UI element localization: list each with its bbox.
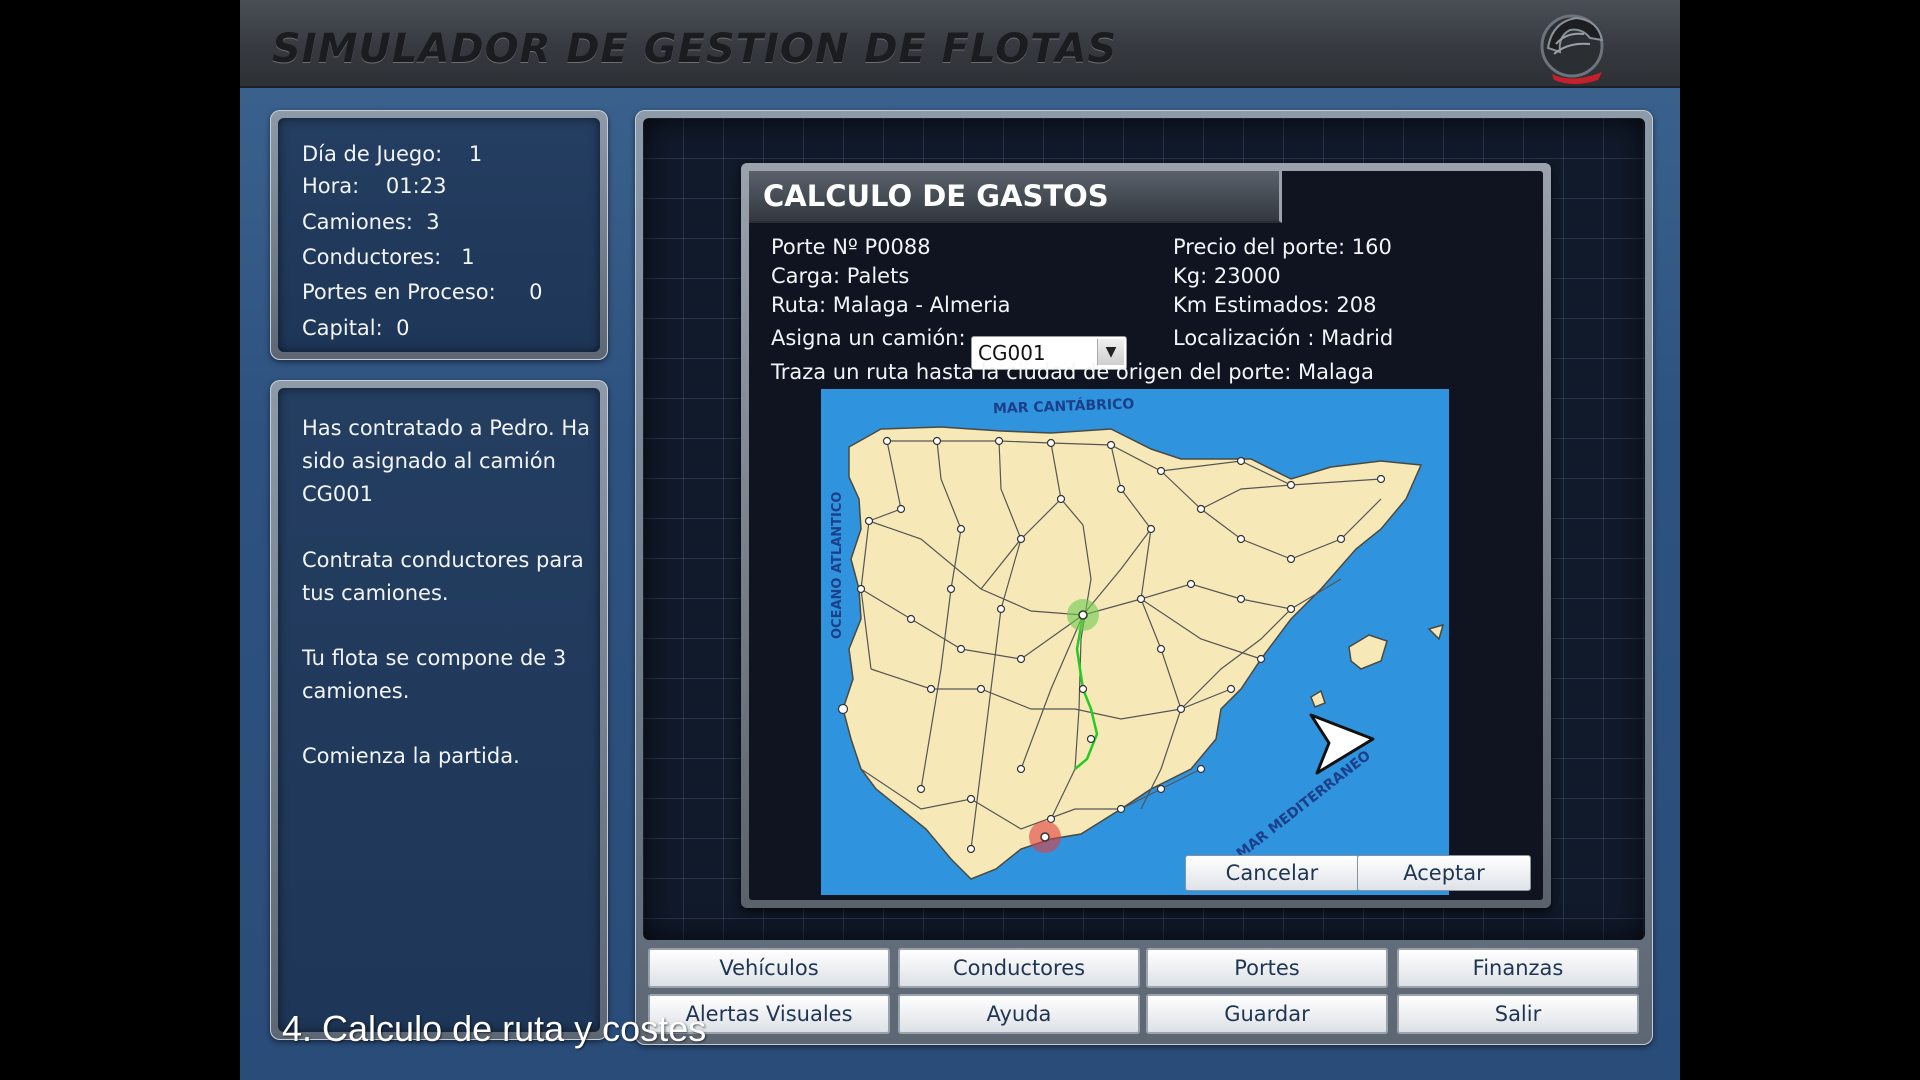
message-item: Comienza la partida. (302, 744, 520, 768)
stat-drivers: Conductores: 1 (302, 245, 475, 269)
porte-price: Precio del porte: 160 (1173, 235, 1392, 259)
route-text: Ruta: Malaga - Almeria (771, 293, 1011, 317)
app-title: SIMULADOR DE GESTION DE FLOTAS (272, 26, 1118, 72)
nav-vehicles-button[interactable]: Vehículos (648, 948, 890, 988)
assign-truck-label: Asigna un camión: (771, 326, 966, 350)
nav-finances-button[interactable]: Finanzas (1397, 948, 1639, 988)
header-bar: SIMULADOR DE GESTION DE FLOTAS (240, 0, 1680, 88)
cargo-type: Carga: Palets (771, 264, 910, 288)
expense-dialog: CALCULO DE GASTOS Porte Nº P0088 Carga: … (741, 163, 1551, 908)
instruction-text: Traza un ruta hasta la ciudad de origen … (771, 360, 1374, 384)
stat-capital: Capital: 0 (302, 316, 410, 340)
sea-label-west: OCEANO ATLANTICO (830, 492, 845, 639)
weight-kg: Kg: 23000 (1173, 264, 1281, 288)
stats-panel: Día de Juego: 1 Hora: 01:23 Camiones: 3 … (270, 110, 608, 360)
nav-jobs-button[interactable]: Portes (1146, 948, 1388, 988)
message-item: Has contratado a Pedro. Ha sido asignado… (302, 416, 591, 506)
dialog-title: CALCULO DE GASTOS (763, 179, 1109, 213)
game-window: SIMULADOR DE GESTION DE FLOTAS Día de Ju… (240, 0, 1680, 1080)
nav-exit-button[interactable]: Salir (1397, 994, 1639, 1034)
nav-drivers-button[interactable]: Conductores (898, 948, 1140, 988)
stat-time: Hora: 01:23 (302, 174, 447, 198)
video-caption: 4. Calculo de ruta y costes (282, 1008, 707, 1049)
messages-panel: Has contratado a Pedro. Ha sido asignado… (270, 380, 608, 1040)
main-panel: CALCULO DE GASTOS Porte Nº P0088 Carga: … (635, 110, 1653, 1045)
estimated-km: Km Estimados: 208 (1173, 293, 1377, 317)
nav-help-button[interactable]: Ayuda (898, 994, 1140, 1034)
nav-save-button[interactable]: Guardar (1146, 994, 1388, 1034)
accept-button[interactable]: Aceptar (1357, 855, 1531, 891)
spain-route-map[interactable]: MAR CANTÁBRICO OCEANO ATLANTICO MAR MEDI… (821, 389, 1449, 895)
porte-number: Porte Nº P0088 (771, 235, 931, 259)
stat-trucks: Camiones: 3 (302, 210, 440, 234)
helmet-logo-icon (1540, 14, 1604, 84)
cancel-button[interactable]: Cancelar (1185, 855, 1359, 891)
origin-city-dot (1040, 832, 1050, 842)
stat-game-day: Día de Juego: 1 (302, 142, 483, 166)
current-location-dot (1078, 610, 1088, 620)
grid-background: CALCULO DE GASTOS Porte Nº P0088 Carga: … (643, 118, 1645, 940)
stat-jobs-in-progress: Portes en Proceso: 0 (302, 280, 543, 304)
message-item: Tu flota se compone de 3 camiones. (302, 646, 567, 703)
location-text: Localización : Madrid (1173, 326, 1394, 350)
message-item: Contrata conductores para tus camiones. (302, 548, 584, 605)
dialog-title-tab: CALCULO DE GASTOS (749, 171, 1282, 223)
